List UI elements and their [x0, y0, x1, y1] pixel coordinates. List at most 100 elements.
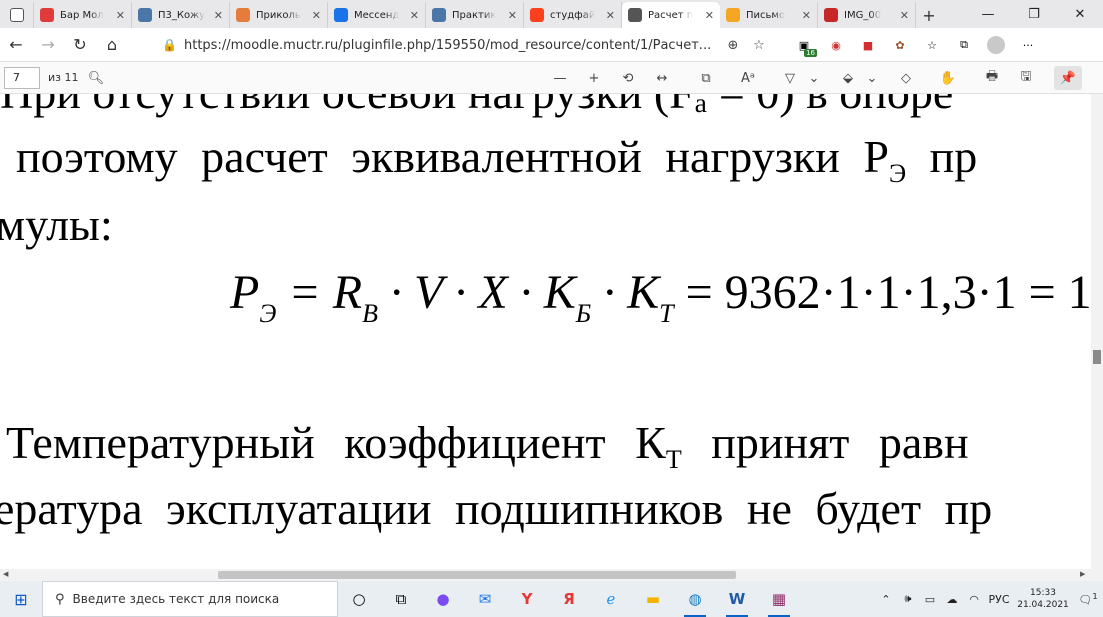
tab-7[interactable]: Письмо ✕ — [720, 2, 818, 28]
forward-button[interactable]: → — [32, 30, 64, 60]
close-tab-icon[interactable]: ✕ — [112, 9, 125, 22]
mail-app-icon[interactable]: ✉ — [464, 581, 506, 617]
taskbar-search[interactable]: ⚲ Введите здесь текст для поиска — [42, 581, 338, 617]
close-tab-icon[interactable]: ✕ — [896, 9, 909, 22]
file-explorer-icon[interactable]: ▬ — [632, 581, 674, 617]
winrar-icon[interactable]: ▦ — [758, 581, 800, 617]
page-icon — [628, 8, 642, 22]
tab-label: Мессенд — [354, 9, 400, 21]
pin-toolbar-icon[interactable]: 📌 — [1054, 66, 1082, 90]
save-icon[interactable]: 🖫 — [1012, 66, 1040, 90]
chevron-down-icon[interactable]: ⌄ — [864, 66, 880, 90]
mail-icon — [726, 8, 740, 22]
yandex-icon[interactable]: Я — [548, 581, 590, 617]
formula-lhs: P — [230, 266, 260, 319]
close-tab-icon[interactable]: ✕ — [798, 9, 811, 22]
edge-browser-icon[interactable]: ◍ — [674, 581, 716, 617]
site-icon — [236, 8, 250, 22]
extension-save-icon[interactable]: ■ — [855, 32, 881, 58]
tab-5[interactable]: студфай ✕ — [524, 2, 622, 28]
clock-date: 21.04.2021 — [1017, 600, 1069, 610]
battery-icon[interactable]: ▭ — [919, 593, 941, 606]
refresh-button[interactable]: ↻ — [64, 30, 96, 60]
home-button[interactable]: ⌂ — [96, 30, 128, 60]
address-field[interactable]: 🔒 https://moodle.muctr.ru/pluginfile.php… — [162, 33, 772, 57]
cloud-icon[interactable]: ☁︎ — [941, 593, 963, 606]
favorites-icon[interactable]: ☆ — [919, 32, 945, 58]
zoom-in-button[interactable]: + — [580, 66, 608, 90]
internet-explorer-icon[interactable]: ℯ — [590, 581, 632, 617]
word-app-icon[interactable]: W — [716, 581, 758, 617]
address-bar-row: ← → ↻ ⌂ 🔒 https://moodle.muctr.ru/plugin… — [0, 28, 1103, 62]
tab-1[interactable]: П3_Кожу ✕ — [132, 2, 230, 28]
favorite-add-icon[interactable]: ☆ — [746, 38, 772, 53]
extension-red-icon[interactable]: ◉ — [823, 32, 849, 58]
back-button[interactable]: ← — [0, 30, 32, 60]
read-aloud-icon[interactable]: Aᵃ — [734, 66, 762, 90]
zoom-icon[interactable]: ⊕ — [720, 38, 746, 53]
tab-3[interactable]: Мессенд ✕ — [328, 2, 426, 28]
touch-icon[interactable]: ✋ — [934, 66, 962, 90]
tab-label: П3_Кожу — [158, 9, 206, 21]
tab-0[interactable]: Бар Мол ✕ — [34, 2, 132, 28]
page-number-input[interactable]: 7 — [4, 66, 40, 89]
close-tab-icon[interactable]: ✕ — [210, 9, 223, 22]
close-tab-icon[interactable]: ✕ — [406, 9, 419, 22]
fit-width-icon[interactable]: ↔ — [648, 66, 676, 90]
horizontal-scroll-thumb[interactable] — [218, 571, 736, 579]
formula-k2: · K — [591, 266, 660, 319]
vertical-scroll-thumb[interactable] — [1093, 350, 1101, 364]
vertical-scrollbar[interactable] — [1091, 94, 1103, 569]
url-text[interactable]: https://moodle.muctr.ru/pluginfile.php/1… — [184, 38, 720, 53]
vk-icon — [138, 8, 152, 22]
eraser-icon[interactable]: ◇ — [892, 66, 920, 90]
doc-line-5: ература эксплуатации подшипников не буде… — [0, 483, 993, 534]
restore-button[interactable]: ❐ — [1011, 0, 1057, 28]
scroll-left-arrow-icon[interactable]: ◀ — [3, 570, 8, 578]
tab-label: Расчет п — [648, 9, 694, 21]
close-tab-icon[interactable]: ✕ — [602, 9, 615, 22]
highlight-icon[interactable]: ⬙ — [834, 66, 862, 90]
tab-4[interactable]: Практик ✕ — [426, 2, 524, 28]
search-icon: ⚲ — [55, 591, 65, 607]
close-window-button[interactable]: ✕ — [1057, 0, 1103, 28]
tab-label: Письмо — [746, 9, 786, 21]
scroll-right-arrow-icon[interactable]: ▶ — [1080, 570, 1085, 578]
tab-actions[interactable] — [0, 2, 34, 28]
close-tab-icon[interactable]: ✕ — [308, 9, 321, 22]
tab-2[interactable]: Приколь ✕ — [230, 2, 328, 28]
chevron-down-icon[interactable]: ⌄ — [806, 66, 822, 90]
tab-8[interactable]: IMG_00 ✕ — [818, 2, 916, 28]
collections-icon[interactable]: ⧉ — [951, 32, 977, 58]
tab-6[interactable]: Расчет п ✕ — [622, 2, 720, 28]
extension-adblock-icon[interactable]: ▣ 16 — [791, 32, 817, 58]
minimize-button[interactable]: — — [965, 0, 1011, 28]
show-hidden-icons-icon[interactable]: ⌃ — [875, 593, 897, 606]
doc-line-2: поэтому расчет эквивалентной нагрузки РЭ… — [16, 130, 977, 189]
windows-start-icon[interactable]: ⊞ — [0, 581, 42, 617]
zoom-out-button[interactable]: — — [546, 66, 574, 90]
doc-line-4-text: Температурный коэффициент К — [6, 417, 666, 468]
cortana-icon[interactable]: ○ — [338, 581, 380, 617]
close-tab-icon[interactable]: ✕ — [701, 9, 714, 22]
wifi-icon[interactable]: ◠ — [963, 593, 985, 606]
print-icon[interactable]: 🖶 — [978, 66, 1006, 90]
close-tab-icon[interactable]: ✕ — [504, 9, 517, 22]
rotate-icon[interactable]: ⟲ — [614, 66, 642, 90]
more-menu-icon[interactable]: ··· — [1015, 32, 1041, 58]
yandex-browser-icon[interactable]: Y — [506, 581, 548, 617]
notifications-icon[interactable]: 🗨︎1 — [1073, 592, 1103, 607]
language-indicator[interactable]: РУС — [985, 593, 1013, 606]
profile-avatar-icon[interactable] — [983, 32, 1009, 58]
alice-icon[interactable]: ● — [422, 581, 464, 617]
horizontal-scrollbar[interactable]: ◀ ▶ — [0, 569, 1103, 581]
new-tab-button[interactable]: + — [916, 2, 942, 28]
page-view-icon[interactable]: ⧉ — [692, 66, 720, 90]
task-view-icon[interactable]: ⧉ — [380, 581, 422, 617]
search-icon[interactable]: 🔍︎ — [82, 66, 110, 90]
volume-icon[interactable]: 🕪︎ — [897, 592, 919, 606]
draw-icon[interactable]: ▽ — [776, 66, 804, 90]
messenger-icon — [334, 8, 348, 22]
clock[interactable]: 15:33 21.04.2021 — [1013, 587, 1073, 611]
extension-puzzle-icon[interactable]: ✿ — [887, 32, 913, 58]
